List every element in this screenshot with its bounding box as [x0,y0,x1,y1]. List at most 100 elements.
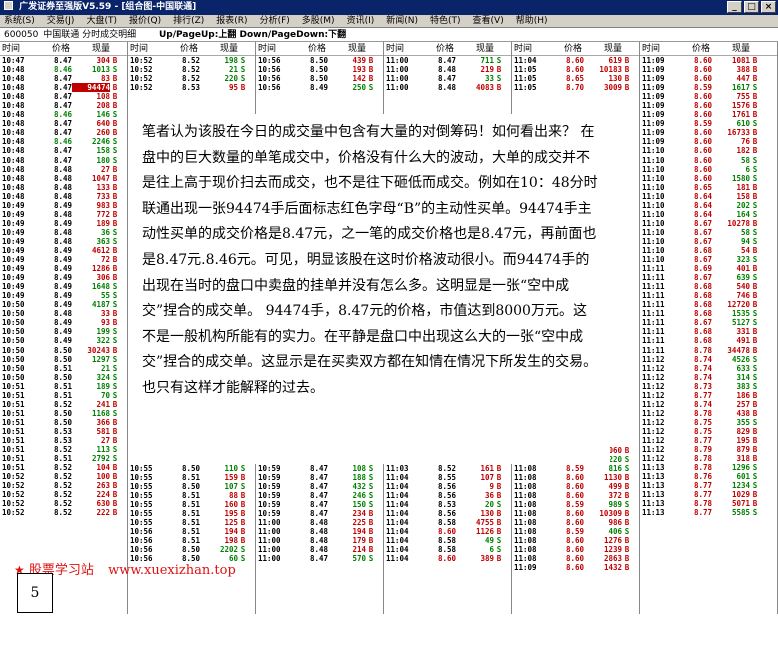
menu-trade[interactable]: 交易(J) [47,15,75,27]
trade-row: 10:48 8.48 1047 B [0,174,127,183]
trade-volume: 581 [96,426,110,436]
trade-volume: 1234 [731,481,750,491]
menu-features[interactable]: 特色(T) [430,15,461,27]
header-price: 价格 [51,44,70,54]
trade-side: S [624,527,630,536]
trade-row: 11:12 8.74 314 S [640,373,777,382]
trade-side: B [752,56,758,65]
maximize-button[interactable]: □ [744,1,759,13]
trade-time: 11:12 [642,445,665,455]
trade-time: 11:11 [642,336,665,346]
trade-side: S [624,499,630,509]
trade-side: S [112,336,118,346]
trade-side: S [752,227,758,237]
trade-row: 11:04 8.56 9 B [384,482,504,491]
trade-side: B [240,472,246,482]
menu-info[interactable]: 资讯(I) [347,15,375,27]
trade-price: 8.52 [53,463,72,473]
trade-price: 8.48 [437,83,456,93]
trade-time: 10:49 [2,255,25,265]
trade-volume: 983 [96,200,110,210]
trade-time: 10:49 [2,209,25,219]
menu-ranking[interactable]: 排行(Z) [173,15,204,27]
trade-price: 8.74 [693,399,712,409]
trade-column: 时间 价格 现量 10:47 8.47 304 B 10:48 8.46 1013 S 10:48 8.… [0,42,128,614]
minimize-button[interactable]: _ [727,1,742,13]
trade-row: 11:10 8.60 58 S [640,156,777,165]
header-time: 时间 [642,44,661,54]
trade-row: 10:48 8.48 733 B [0,192,127,201]
trade-price: 8.47 [437,56,456,65]
trade-side: S [112,390,118,400]
trade-volume: 95 [228,83,238,93]
trade-time: 11:04 [386,527,409,536]
trade-time: 10:59 [258,481,281,491]
menu-help[interactable]: 帮助(H) [516,15,548,27]
trade-price: 8.48 [309,536,328,546]
trade-row: 10:48 8.48 27 B [0,165,127,174]
trade-price: 8.74 [693,363,712,373]
trade-volume: 36 [484,490,494,500]
trade-volume: 195 [736,435,750,445]
trade-time: 10:55 [130,463,153,473]
trade-price: 8.53 [53,426,72,436]
trade-time: 10:51 [2,399,25,409]
trade-side: B [240,499,246,509]
trade-price: 8.47 [309,463,328,473]
trade-row: 10:59 8.47 150 S [256,500,376,509]
trade-row: 11:10 8.60 1580 S [640,174,777,183]
trade-price: 8.67 [693,273,712,283]
trade-volume: 10309 [599,508,622,518]
trade-time: 10:55 [130,481,153,491]
trade-row: 11:13 8.78 5071 B [640,499,777,508]
trade-volume: 1286 [91,264,110,274]
trade-row: 10:51 8.52 113 S [0,445,127,454]
trade-side: S [368,463,374,473]
trade-price: 8.60 [565,56,584,65]
menu-market[interactable]: 大盘(T) [86,15,117,27]
trade-row: 11:09 8.60 1576 B [640,101,777,110]
trade-time: 11:10 [642,200,665,210]
trade-side: B [752,399,758,409]
trade-price: 8.51 [181,536,200,546]
trade-row: 11:00 8.47 711 S [384,56,511,65]
trade-side: B [752,218,758,228]
trade-time: 11:04 [386,508,409,518]
trade-price: 8.60 [693,164,712,174]
trade-price: 8.64 [693,200,712,210]
menu-analysis[interactable]: 分析(F) [260,15,290,27]
trade-price: 8.48 [309,545,328,555]
trade-side: B [112,417,118,427]
trade-price: 8.51 [181,490,200,500]
trade-price: 8.52 [53,472,72,482]
menu-multi-stock[interactable]: 多股(M) [302,15,335,27]
trade-volume: 363 [96,236,110,246]
menu-report[interactable]: 报表(R) [216,15,247,27]
trade-row: 11:13 8.78 1296 S [640,463,777,472]
trade-price: 8.50 [181,463,200,473]
trade-side: S [752,255,758,265]
trade-volume: 499 [608,481,622,491]
trade-side: B [624,65,630,75]
trade-time: 11:08 [514,517,537,527]
trade-side: S [752,119,758,129]
menu-quote[interactable]: 报价(Q) [129,15,161,27]
menu-news[interactable]: 新闻(N) [386,15,418,27]
trade-row: 11:00 8.48 225 B [256,518,376,527]
trade-time: 11:09 [642,110,665,120]
trade-price: 8.47 [53,155,72,165]
trade-side: S [496,536,502,546]
trade-volume: 2202 [219,545,238,555]
trade-volume: 12720 [727,300,750,310]
trade-time: 11:08 [514,481,537,491]
trade-row: 10:48 8.47 94474 B [0,83,127,93]
trade-time: 11:11 [642,309,665,319]
menu-system[interactable]: 系统(S) [4,15,35,27]
trade-volume: 181 [736,182,750,192]
trade-side: S [240,463,246,473]
trade-time: 11:04 [386,536,409,546]
trade-volume: 829 [736,426,750,436]
close-button[interactable]: × [761,1,776,13]
trade-side: B [752,445,758,455]
menu-view[interactable]: 查看(V) [473,15,504,27]
